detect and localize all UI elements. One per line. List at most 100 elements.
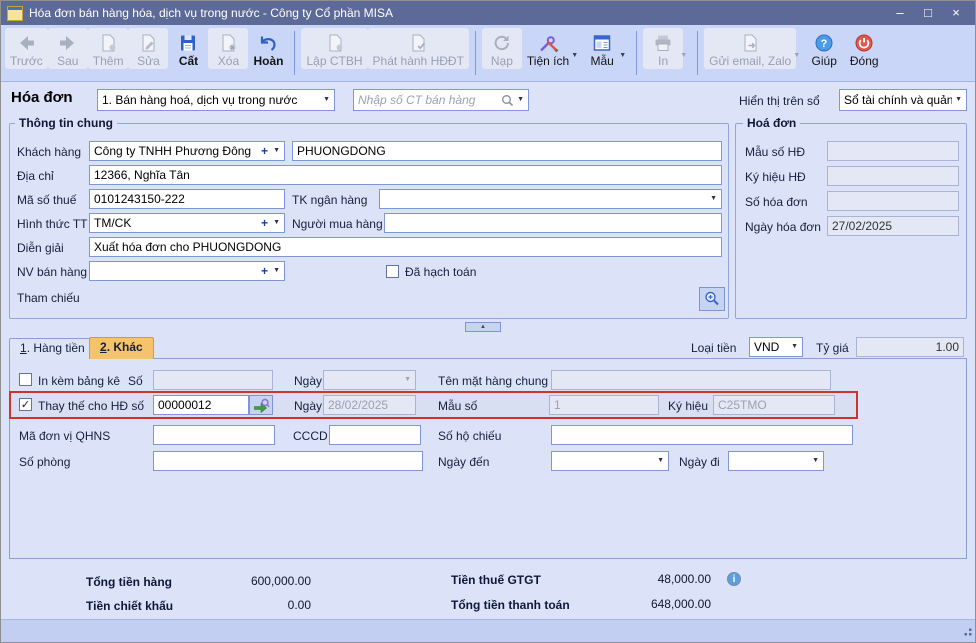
- posted-label: Đã hạch toán: [405, 263, 476, 281]
- customer-select[interactable]: Công ty TNHH Phương Đông + ▼: [89, 141, 285, 161]
- display-on-book-select[interactable]: Sổ tài chính và quản trị ▼: [839, 89, 967, 111]
- send-email-button[interactable]: Gửi email, Zalo ▼: [704, 28, 796, 69]
- check-icon: ✓: [21, 399, 30, 411]
- collapse-button[interactable]: ▲: [465, 322, 501, 332]
- document-x-icon: [217, 30, 239, 53]
- undo-arrow-icon: [257, 30, 279, 53]
- address-field[interactable]: 12366, Nghĩa Tân: [89, 165, 722, 185]
- resize-grip-icon[interactable]: [961, 625, 973, 640]
- app-icon: [7, 6, 23, 21]
- magnifier-plus-icon: [703, 290, 721, 308]
- create-sales-doc-button[interactable]: Lập CTBH: [301, 28, 367, 69]
- app-window: Hóa đơn bán hàng hóa, dịch vụ trong nước…: [0, 0, 976, 643]
- info-icon[interactable]: i: [727, 572, 741, 586]
- tab-amounts[interactable]: 1. Hàng tiền: [9, 338, 96, 359]
- print-button[interactable]: In ▼: [643, 28, 683, 69]
- document-icon: [324, 30, 346, 53]
- plus-icon[interactable]: +: [261, 143, 268, 159]
- page-title: Hóa đơn: [11, 89, 73, 107]
- bank-account-select[interactable]: ▼: [379, 189, 722, 209]
- zoom-reference-button[interactable]: [699, 287, 725, 311]
- exchange-rate-label: Tỷ giá: [816, 339, 849, 357]
- replace-serial-label: Ký hiệu: [668, 397, 708, 415]
- attach-list-checkbox[interactable]: [19, 373, 32, 386]
- posted-checkbox[interactable]: [386, 265, 399, 278]
- tax-code-field[interactable]: 0101243150-222: [89, 189, 285, 209]
- invoice-type-select[interactable]: 1. Bán hàng hoá, dịch vụ trong nước ▼: [97, 89, 335, 111]
- attach-number-field: [153, 370, 273, 390]
- save-button[interactable]: Cất: [168, 28, 208, 69]
- floppy-disk-icon: [177, 30, 199, 53]
- search-input[interactable]: [358, 93, 501, 107]
- tools-icon: [537, 30, 559, 53]
- checkout-date-select[interactable]: ▼: [728, 451, 824, 471]
- delete-button[interactable]: Xóa: [208, 28, 248, 69]
- passport-label: Số hộ chiếu: [438, 427, 501, 445]
- refresh-icon: [491, 30, 513, 53]
- checkin-date-select[interactable]: ▼: [551, 451, 669, 471]
- chevron-down-icon[interactable]: ▼: [619, 52, 626, 59]
- invoice-number-field: [827, 191, 959, 211]
- invoice-form-label: Mẫu số HĐ: [745, 143, 805, 161]
- salesperson-select[interactable]: + ▼: [89, 261, 285, 281]
- replace-checkbox[interactable]: ✓: [19, 398, 32, 411]
- passport-field[interactable]: [551, 425, 853, 445]
- prev-button[interactable]: Trước: [5, 28, 48, 69]
- template-button[interactable]: Mẫu ▼: [582, 28, 622, 69]
- vat-label: Tiền thuế GTGT: [451, 571, 541, 589]
- customer-code-field[interactable]: PHUONGDONG: [292, 141, 722, 161]
- tab-other[interactable]: 2. Khác: [89, 337, 154, 359]
- search-icon: [501, 94, 514, 107]
- maximize-button[interactable]: □: [915, 2, 941, 24]
- edit-button[interactable]: Sửa: [128, 28, 168, 69]
- discount-value: 0.00: [201, 598, 311, 612]
- minimize-button[interactable]: –: [887, 2, 913, 24]
- undo-button[interactable]: Hoàn: [248, 28, 288, 69]
- toolbar-separator: [697, 31, 698, 75]
- toolbar-separator: [475, 31, 476, 75]
- salesperson-label: NV bán hàng: [17, 263, 87, 281]
- budget-unit-field[interactable]: [153, 425, 275, 445]
- issue-einvoice-button[interactable]: Phát hành HĐĐT: [368, 28, 469, 69]
- utilities-button[interactable]: Tiện ích ▼: [522, 28, 574, 69]
- add-button[interactable]: Thêm: [88, 28, 129, 69]
- chevron-down-icon[interactable]: ▼: [793, 52, 800, 59]
- room-number-field[interactable]: [153, 451, 423, 471]
- help-icon: ?: [813, 30, 835, 53]
- help-button[interactable]: ? Giúp: [804, 28, 844, 69]
- svg-text:?: ?: [821, 38, 828, 50]
- lookup-arrow-icon: [253, 398, 270, 413]
- invoice-date-field: 27/02/2025: [827, 216, 959, 236]
- subtotal-value: 600,000.00: [201, 574, 311, 588]
- invoice-serial-label: Ký hiệu HĐ: [745, 168, 806, 186]
- buyer-field[interactable]: [384, 213, 722, 233]
- template-icon: [591, 30, 613, 53]
- chevron-down-icon[interactable]: ▼: [680, 52, 687, 59]
- search-box: ▼: [353, 89, 529, 111]
- bank-account-label: TK ngân hàng: [292, 191, 367, 209]
- reload-button[interactable]: Nạp: [482, 28, 522, 69]
- plus-icon[interactable]: +: [261, 263, 268, 279]
- next-button[interactable]: Sau: [48, 28, 88, 69]
- payment-method-select[interactable]: TM/CK + ▼: [89, 213, 285, 233]
- invoice-number-label: Số hóa đơn: [745, 193, 808, 211]
- chevron-down-icon[interactable]: ▼: [571, 52, 578, 59]
- description-field[interactable]: Xuất hóa đơn cho PHUONGDONG: [89, 237, 722, 257]
- customer-label: Khách hàng: [17, 143, 81, 161]
- caret-icon: ▼: [273, 263, 280, 279]
- caret-icon: ▼: [404, 372, 411, 388]
- toolbar: Trước Sau Thêm Sửa Cất Xóa Hoàn Lập CTBH…: [1, 25, 975, 82]
- budget-unit-label: Mã đơn vị QHNS: [19, 427, 110, 445]
- currency-select[interactable]: VND ▼: [749, 337, 803, 357]
- replace-lookup-button[interactable]: [249, 395, 273, 415]
- replace-invoice-number-field[interactable]: 00000012: [153, 395, 249, 415]
- caret-icon[interactable]: ▼: [517, 92, 524, 108]
- cccd-field[interactable]: [329, 425, 421, 445]
- close-button[interactable]: ×: [943, 2, 969, 24]
- replace-form-field: 1: [549, 395, 659, 415]
- attach-date-select: ▼: [323, 370, 416, 390]
- close-form-button[interactable]: Đóng: [844, 28, 884, 69]
- plus-icon[interactable]: +: [261, 215, 268, 231]
- tax-code-label: Mã số thuế: [17, 191, 76, 209]
- caret-icon: ▼: [657, 453, 664, 469]
